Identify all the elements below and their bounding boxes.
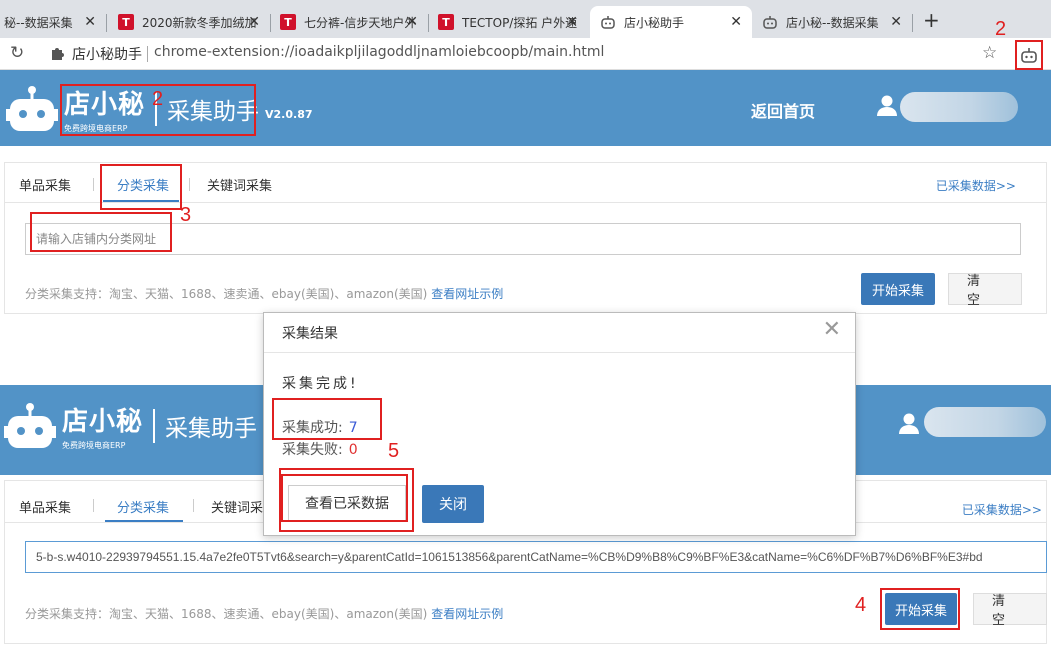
tab-keyword-collect[interactable]: 关键词采集 <box>207 175 272 194</box>
user-name-blurred <box>924 407 1046 437</box>
tab-single-collect[interactable]: 单品采集 <box>19 175 71 194</box>
tab-keyword-collect[interactable]: 关键词采 <box>211 497 263 516</box>
support-text: 分类采集支持：淘宝、天猫、1688、速卖通、ebay(美国)、amazon(美国… <box>25 607 432 621</box>
dialog-title: 采集结果 <box>282 326 338 342</box>
annotation-step-3: 3 <box>180 204 192 226</box>
annotation-step-4: 4 <box>855 594 867 616</box>
address-bar: ↻ 店小秘助手 chrome-extension://ioadaikpljila… <box>0 38 1051 70</box>
robot-logo-icon <box>4 403 56 448</box>
close-icon[interactable]: ✕ <box>730 14 742 30</box>
tab-active-underline <box>105 520 183 522</box>
app-version: V2.0.87 <box>265 107 313 121</box>
extension-robot-button[interactable] <box>1015 40 1043 70</box>
tab-title: 秘--数据采集 <box>4 15 73 30</box>
address-site-name: 店小秘助手 <box>72 47 142 63</box>
collected-data-link[interactable]: 已采集数据>> <box>936 177 1016 194</box>
highlight-success-count <box>272 398 382 440</box>
brand-logo: 店小秘 免费跨境电商ERP 采集助手 <box>4 401 257 451</box>
address-url[interactable]: chrome-extension://ioadaikpljilagoddljna… <box>154 44 604 60</box>
app-title: 采集助手 <box>165 416 258 442</box>
user-icon[interactable] <box>876 94 898 116</box>
robot-logo-icon <box>6 86 58 131</box>
close-icon[interactable]: ✕ <box>84 14 96 30</box>
tab-category-collect[interactable]: 分类采集 <box>117 497 169 516</box>
address-separator <box>147 46 148 62</box>
tab-separator <box>93 499 94 512</box>
tab-title: 七分裤-信步天地户外 <box>304 15 417 30</box>
example-url-link[interactable]: 查看网址示例 <box>431 607 503 621</box>
brand-subtitle: 免费跨境电商ERP <box>62 441 126 450</box>
tab-separator <box>912 14 913 32</box>
highlight-start-button <box>880 588 960 630</box>
highlight-view-button-outer <box>279 468 414 532</box>
tab-title: 店小秘--数据采集 <box>786 15 879 30</box>
browser-tab-4[interactable]: T TECTOP/探拓 户外速 ✕ <box>428 6 588 38</box>
home-link[interactable]: 返回首页 <box>751 98 815 122</box>
bookmark-star-icon[interactable]: ☆ <box>982 43 997 63</box>
dialog-header: 采集结果 ✕ <box>264 313 855 353</box>
tab-title: TECTOP/探拓 户外速 <box>462 15 578 30</box>
category-url-input[interactable]: 请输入店铺内分类网址 <box>25 223 1021 255</box>
brand-text: 店小秘 免费跨境电商ERP <box>62 401 143 451</box>
tab-single-collect[interactable]: 单品采集 <box>19 497 71 516</box>
close-icon[interactable]: ✕ <box>406 14 418 30</box>
user-name-blurred <box>900 92 1018 122</box>
robot-icon <box>600 14 616 30</box>
browser-tab-6[interactable]: 店小秘--数据采集 ✕ <box>752 6 912 38</box>
annotation-step-5: 5 <box>388 440 400 462</box>
tab-separator <box>93 178 94 191</box>
reload-icon[interactable]: ↻ <box>10 43 24 63</box>
tab-separator <box>189 178 190 191</box>
example-url-link[interactable]: 查看网址示例 <box>431 287 503 301</box>
highlight-url-input <box>30 212 172 252</box>
fail-count: 0 <box>348 442 358 458</box>
browser-tab-3[interactable]: T 七分裤-信步天地户外 ✕ <box>270 6 428 38</box>
tmall-icon: T <box>118 14 134 30</box>
tab-title: 店小秘助手 <box>624 15 685 30</box>
close-dialog-button[interactable]: 关闭 <box>422 485 484 523</box>
tab-title: 2020新款冬季加绒加 <box>142 15 257 30</box>
robot-icon <box>762 14 778 30</box>
close-icon[interactable]: ✕ <box>823 317 841 342</box>
robot-icon <box>1021 48 1037 63</box>
collected-data-link[interactable]: 已采集数据>> <box>962 501 1042 518</box>
tab-separator <box>193 499 194 512</box>
clear-button[interactable]: 清空 <box>973 593 1047 628</box>
collect-done-text: 采集完成! <box>282 376 359 392</box>
fail-label: 采集失败: <box>282 442 343 458</box>
browser-tab-active[interactable]: 店小秘助手 ✕ <box>590 6 752 38</box>
highlight-category-tab <box>100 164 182 210</box>
tmall-icon: T <box>438 14 454 30</box>
brand-name: 店小秘 <box>62 407 144 437</box>
tmall-icon: T <box>280 14 296 30</box>
close-icon[interactable]: ✕ <box>566 14 578 30</box>
user-icon[interactable] <box>898 412 920 434</box>
annotation-step-2-ext: 2 <box>995 18 1007 40</box>
new-tab-icon[interactable]: + <box>923 8 940 32</box>
browser-tab-1[interactable]: 秘--数据采集 ✕ <box>0 6 106 38</box>
annotation-step-2-logo: 2 <box>152 88 164 110</box>
fail-row: 采集失败: 0 <box>282 439 358 459</box>
browser-tab-2[interactable]: T 2020新款冬季加绒加 ✕ <box>108 6 270 38</box>
start-collect-button[interactable]: 开始采集 <box>861 273 935 305</box>
support-info: 分类采集支持：淘宝、天猫、1688、速卖通、ebay(美国)、amazon(美国… <box>25 605 503 622</box>
close-icon[interactable]: ✕ <box>248 14 260 30</box>
extension-puzzle-icon <box>52 48 64 60</box>
tab-separator <box>106 14 107 32</box>
clear-button[interactable]: 清空 <box>948 273 1022 308</box>
category-url-input[interactable]: 5-b-s.w4010-22939794551.15.4a7e2fe0T5Tvt… <box>25 541 1047 573</box>
support-info: 分类采集支持：淘宝、天猫、1688、速卖通、ebay(美国)、amazon(美国… <box>25 285 503 302</box>
close-icon[interactable]: ✕ <box>890 14 902 30</box>
browser-tab-bar: 秘--数据采集 ✕ T 2020新款冬季加绒加 ✕ T 七分裤-信步天地户外 ✕… <box>0 0 1051 38</box>
support-text: 分类采集支持：淘宝、天猫、1688、速卖通、ebay(美国)、amazon(美国… <box>25 287 432 301</box>
logo-divider <box>153 409 156 443</box>
